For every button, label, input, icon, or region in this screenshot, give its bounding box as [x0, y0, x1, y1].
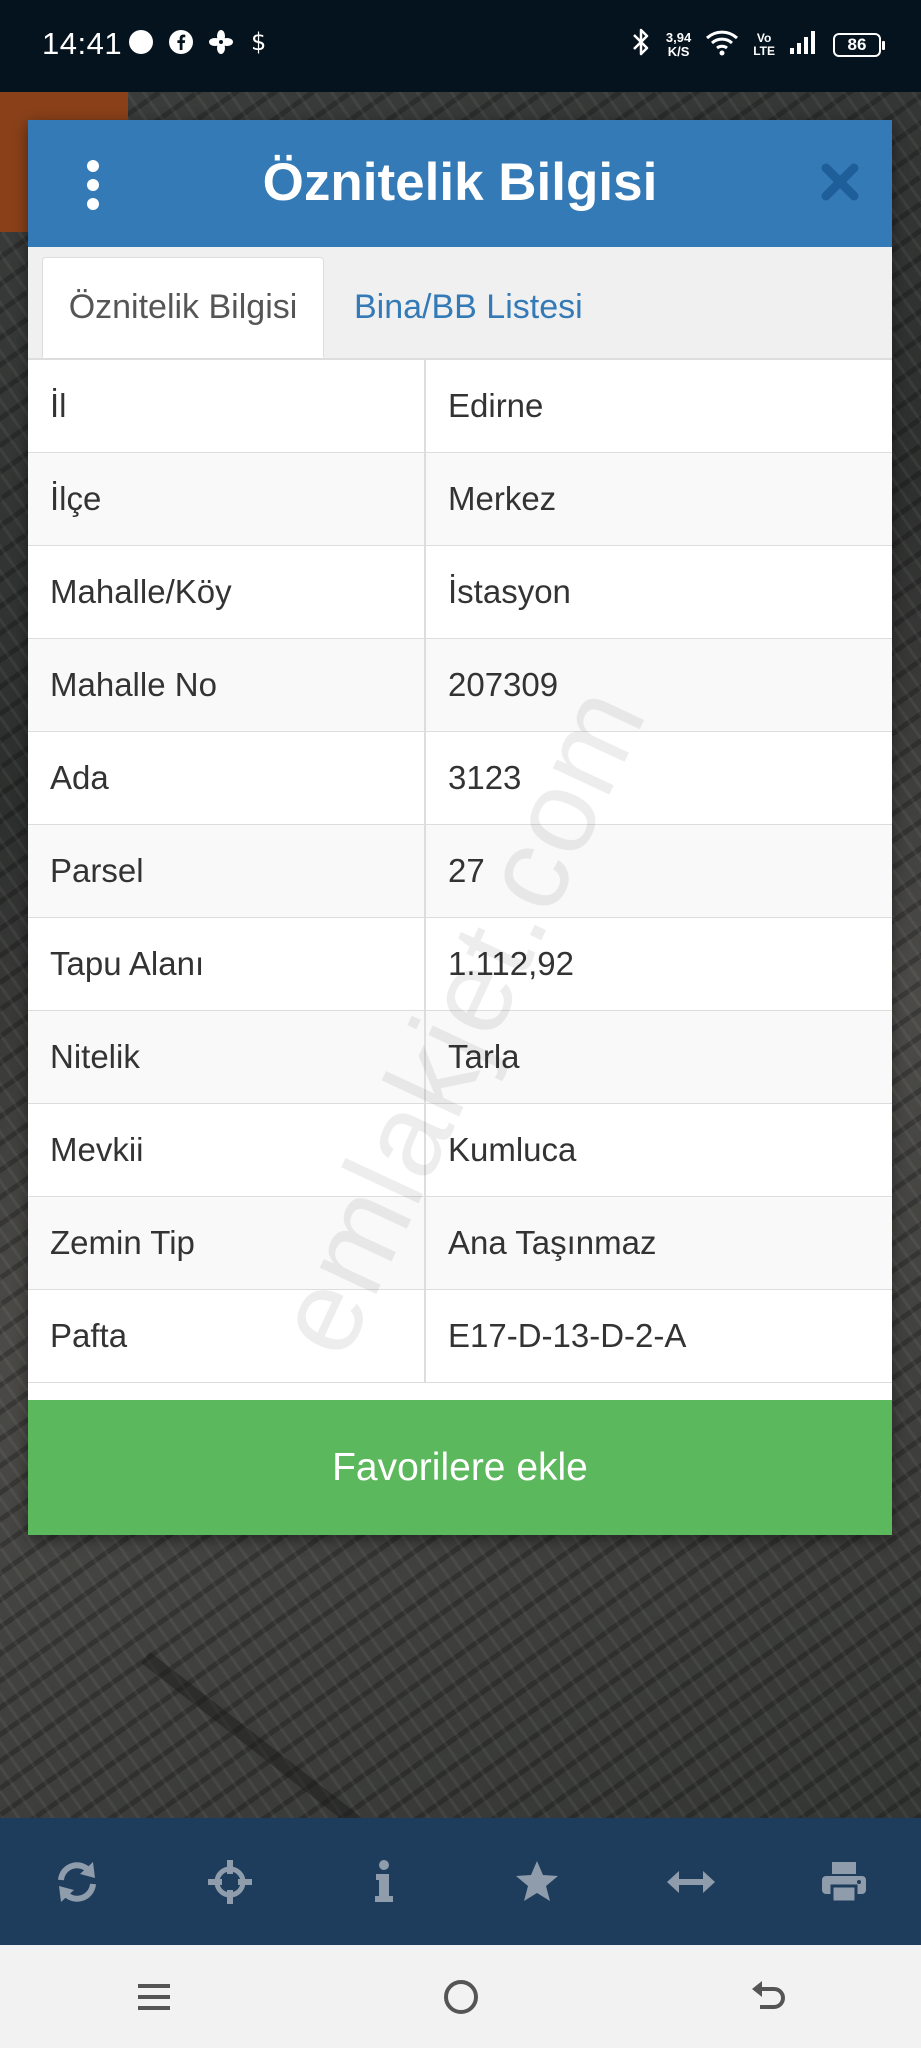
dollar-icon: $: [248, 28, 268, 61]
table-row: Mevkii Kumluca: [28, 1103, 892, 1197]
table-row: Ada 3123: [28, 731, 892, 825]
attr-value: İstasyon: [425, 545, 892, 639]
table-row: Pafta E17-D-13-D-2-A: [28, 1289, 892, 1383]
attr-key: Zemin Tip: [28, 1196, 426, 1290]
tab-attribute-info[interactable]: Öznitelik Bilgisi: [42, 257, 324, 358]
wifi-icon: [705, 28, 739, 61]
facebook-icon: [168, 29, 194, 60]
table-row: Zemin Tip Ana Taşınmaz: [28, 1196, 892, 1290]
menu-icon[interactable]: [124, 1967, 184, 2027]
attr-key: Mevkii: [28, 1103, 426, 1197]
table-row: İlçe Merkez: [28, 452, 892, 546]
tab-building-list[interactable]: Bina/BB Listesi: [354, 257, 583, 358]
map-road: [141, 1652, 481, 1818]
pinwheel-icon: [208, 29, 234, 60]
attr-value: Merkez: [425, 452, 892, 546]
table-row: Mahalle/Köy İstasyon: [28, 545, 892, 639]
attr-value: 1.112,92: [425, 917, 892, 1011]
attr-value: 27: [425, 824, 892, 918]
attr-key: İl: [28, 359, 426, 453]
attr-value: Kumluca: [425, 1103, 892, 1197]
refresh-icon[interactable]: [47, 1852, 107, 1912]
attribute-dialog: Öznitelik Bilgisi Öznitelik Bilgisi Bina…: [28, 120, 892, 1535]
attr-key: Pafta: [28, 1289, 426, 1383]
crosshair-icon[interactable]: [200, 1852, 260, 1912]
status-notification-icons: $: [128, 28, 268, 61]
dialog-title: Öznitelik Bilgisi: [262, 153, 658, 212]
add-to-favorites-button[interactable]: Favorilere ekle: [28, 1400, 892, 1535]
attr-key: Mahalle/Köy: [28, 545, 426, 639]
table-row: Parsel 27: [28, 824, 892, 918]
table-row: İl Edirne: [28, 359, 892, 453]
measure-icon[interactable]: [661, 1852, 721, 1912]
notification-dot-icon: [128, 29, 154, 60]
attr-value: E17-D-13-D-2-A: [425, 1289, 892, 1383]
star-icon[interactable]: [507, 1852, 567, 1912]
attr-value: Ana Taşınmaz: [425, 1196, 892, 1290]
volte-top: Vo: [756, 30, 772, 45]
volte-bottom: LTE: [753, 43, 775, 58]
attr-value: Tarla: [425, 1010, 892, 1104]
attr-key: Parsel: [28, 824, 426, 918]
map-toolbar: [0, 1818, 921, 1945]
network-speed-unit: K/S: [667, 43, 690, 59]
signal-icon: [789, 29, 819, 60]
network-speed: 3,94 K/S: [665, 29, 692, 59]
attr-key: Ada: [28, 731, 426, 825]
attr-key: İlçe: [28, 452, 426, 546]
attr-key: Nitelik: [28, 1010, 426, 1104]
dialog-header: Öznitelik Bilgisi: [28, 120, 892, 247]
info-icon[interactable]: [354, 1852, 414, 1912]
attribute-table: İl Edirne İlçe Merkez Mahalle/Köy İstasy…: [28, 359, 892, 1383]
dialog-tabs: Öznitelik Bilgisi Bina/BB Listesi: [28, 247, 892, 359]
svg-text:$: $: [251, 28, 266, 56]
print-icon[interactable]: [814, 1852, 874, 1912]
status-system-icons: 3,94 K/S Vo LTE 86: [630, 26, 885, 63]
status-bar: 14:41 $ 3,94 K/S Vo LTE 86: [0, 0, 921, 92]
attr-value: 3123: [425, 731, 892, 825]
table-row: Nitelik Tarla: [28, 1010, 892, 1104]
table-row: Tapu Alanı 1.112,92: [28, 917, 892, 1011]
network-speed-value: 3,94: [665, 29, 692, 45]
battery-icon: 86: [833, 32, 885, 57]
home-icon[interactable]: [431, 1967, 491, 2027]
status-time: 14:41: [42, 26, 123, 61]
back-icon[interactable]: [738, 1967, 798, 2027]
attr-value: Edirne: [425, 359, 892, 453]
volte-indicator: Vo LTE: [753, 30, 775, 58]
attr-key: Mahalle No: [28, 638, 426, 732]
attr-value: 207309: [425, 638, 892, 732]
system-nav-bar: [0, 1945, 921, 2048]
table-row: Mahalle No 207309: [28, 638, 892, 732]
bluetooth-icon: [630, 26, 652, 63]
attr-key: Tapu Alanı: [28, 917, 426, 1011]
close-icon[interactable]: [818, 160, 862, 204]
